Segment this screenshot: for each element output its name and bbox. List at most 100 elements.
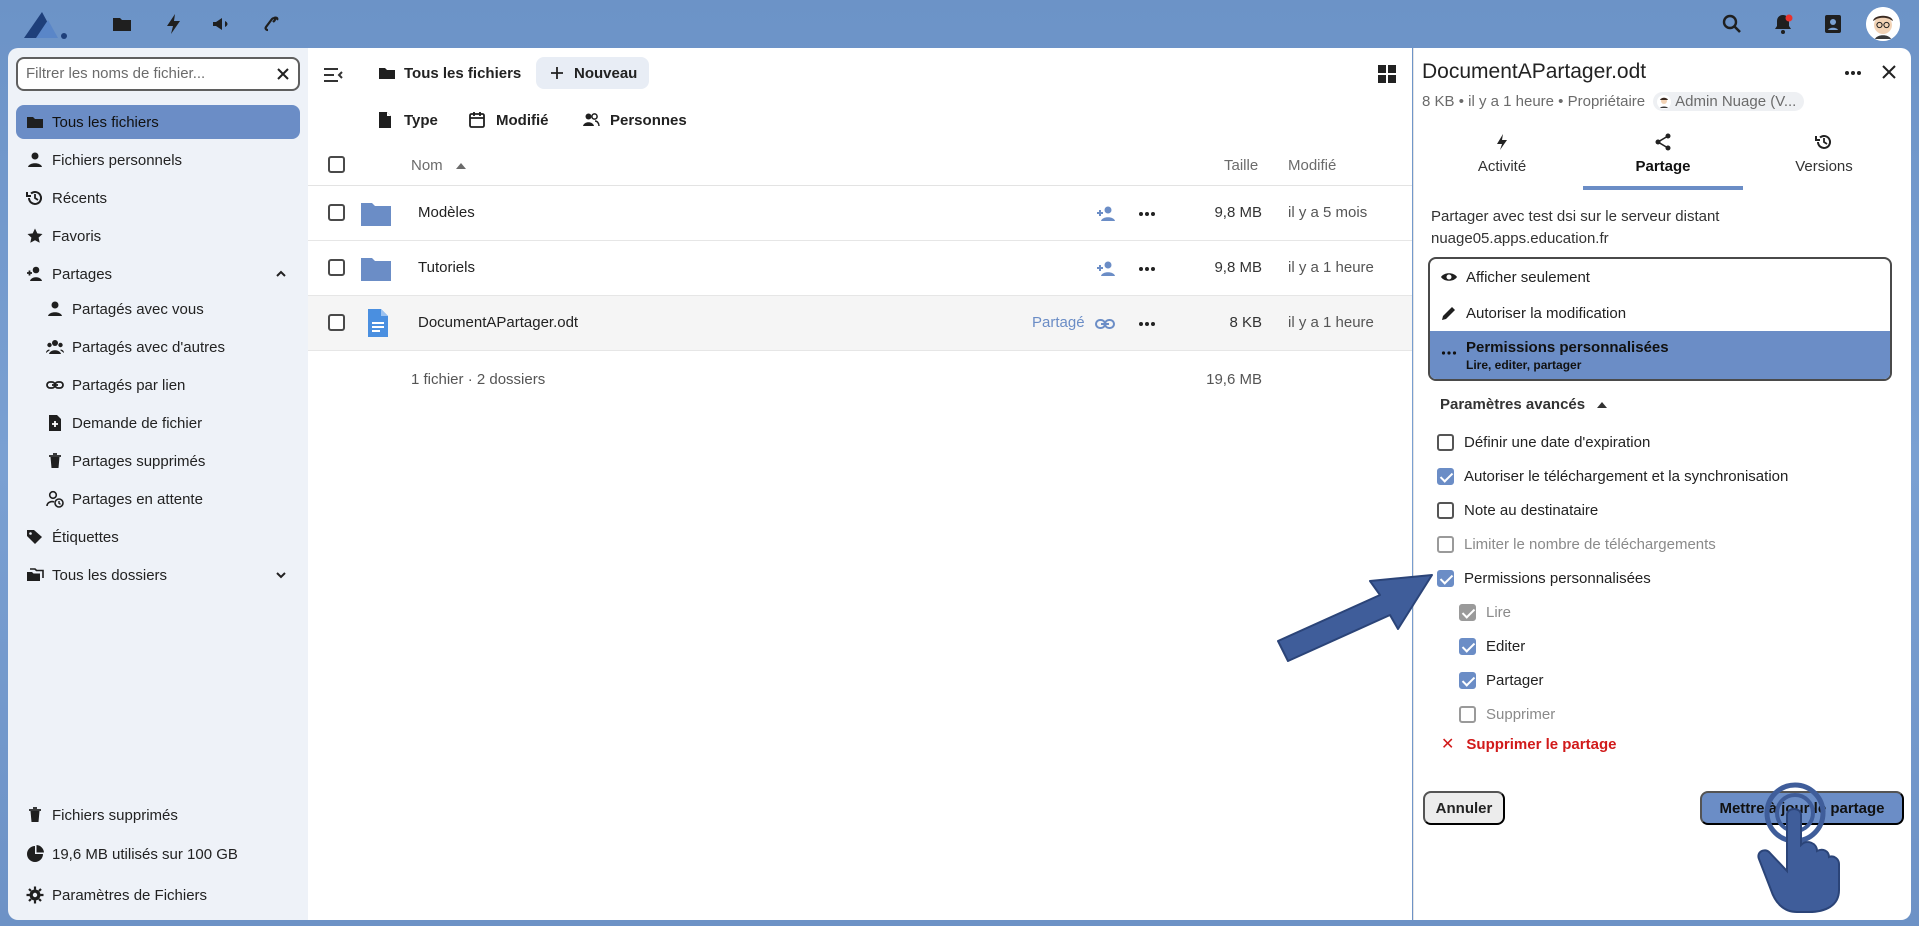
filter-type[interactable]: Type (376, 104, 438, 136)
permission-view-only[interactable]: Afficher seulement (1430, 259, 1890, 295)
tab-versions[interactable]: Versions (1744, 132, 1904, 190)
nav-personal-files[interactable]: Fichiers personnels (16, 143, 300, 177)
cancel-button[interactable]: Annuler (1423, 791, 1505, 825)
nav-favorites[interactable]: Favoris (16, 219, 300, 253)
avatar[interactable] (1866, 7, 1900, 41)
tab-sharing[interactable]: Partage (1583, 132, 1743, 190)
checkbox[interactable] (1437, 433, 1454, 451)
option-expiration-date[interactable]: Définir une date d'expiration (1437, 431, 1650, 453)
shared-status[interactable]: Partagé (1032, 314, 1085, 331)
nav-shares[interactable]: Partages (16, 257, 300, 291)
row-checkbox[interactable] (328, 259, 345, 276)
file-name[interactable]: Modèles (418, 204, 475, 221)
nav-shared-with-others[interactable]: Partagés avec d'autres (36, 330, 300, 364)
permission-custom[interactable]: Permissions personnalisées Lire, editer,… (1430, 331, 1890, 379)
chevron-down-icon[interactable] (274, 568, 288, 582)
checkbox[interactable] (1459, 671, 1476, 689)
checkbox[interactable] (1437, 501, 1454, 519)
nav-pending-shares[interactable]: Partages en attente (36, 482, 300, 516)
permission-share[interactable]: Partager (1459, 669, 1544, 691)
quota-label: 19,6 MB utilisés sur 100 GB (52, 845, 238, 863)
nav-all-folders[interactable]: Tous les dossiers (16, 558, 300, 592)
new-button[interactable]: Nouveau (536, 57, 650, 89)
nav-deleted-shares[interactable]: Partages supprimés (36, 444, 300, 478)
checkbox[interactable] (1437, 467, 1454, 485)
advanced-settings-toggle[interactable]: Paramètres avancés (1440, 396, 1608, 413)
file-name[interactable]: DocumentAPartager.odt (418, 314, 578, 331)
annotation-arrow-icon (1277, 574, 1433, 662)
filter-people[interactable]: Personnes (582, 104, 687, 136)
option-note-to-recipient[interactable]: Note au destinataire (1437, 499, 1598, 521)
option-custom-permissions[interactable]: Permissions personnalisées (1437, 567, 1651, 589)
table-row[interactable]: DocumentAPartager.odt Partagé 8 KB il y … (308, 296, 1412, 351)
delete-share-button[interactable]: ✕ Supprimer le partage (1441, 734, 1616, 754)
checkbox (1459, 705, 1476, 723)
row-checkbox[interactable] (328, 204, 345, 221)
close-icon[interactable] (274, 65, 292, 83)
nuage-logo-icon[interactable] (22, 10, 70, 40)
nav-label: Partages supprimés (72, 452, 206, 470)
more-actions-icon[interactable] (1136, 203, 1158, 225)
filter-files-input[interactable] (26, 65, 266, 82)
files-icon[interactable] (110, 12, 134, 36)
table-row[interactable]: Tutoriels 9,8 MB il y a 1 heure (308, 241, 1412, 296)
tab-activity[interactable]: Activité (1422, 132, 1582, 190)
share-user-icon[interactable] (1096, 258, 1118, 280)
nav-file-settings[interactable]: Paramètres de Fichiers (16, 878, 300, 912)
permission-allow-edit[interactable]: Autoriser la modification (1430, 295, 1890, 331)
filter-people-label: Personnes (610, 111, 687, 129)
history-icon (26, 190, 42, 205)
option-label: Limiter le nombre de téléchargements (1464, 535, 1716, 553)
search-icon[interactable] (1719, 11, 1745, 37)
link-icon[interactable] (1094, 313, 1116, 335)
column-name[interactable]: Nom (411, 157, 443, 174)
select-all-checkbox[interactable] (328, 156, 345, 173)
close-icon[interactable] (1879, 62, 1899, 82)
details-size: 8 KB (1422, 93, 1455, 110)
nav-all-files[interactable]: Tous les fichiers (16, 105, 300, 139)
announcements-icon[interactable] (210, 12, 234, 36)
nav-trash[interactable]: Fichiers supprimés (16, 798, 300, 832)
file-modified: il y a 5 mois (1288, 204, 1368, 221)
nav-label: Tous les fichiers (52, 113, 159, 131)
option-limit-downloads: Limiter le nombre de téléchargements (1437, 533, 1716, 555)
link-icon (46, 381, 64, 389)
more-actions-icon[interactable] (1136, 313, 1158, 335)
row-checkbox[interactable] (328, 314, 345, 331)
more-actions-icon[interactable] (1842, 62, 1864, 84)
column-modified[interactable]: Modifié (1288, 157, 1336, 174)
toggle-navigation-icon[interactable] (322, 64, 344, 86)
checkbox[interactable] (1459, 637, 1476, 655)
filter-files-field[interactable] (16, 57, 300, 91)
column-size[interactable]: Taille (1224, 157, 1258, 174)
nav-recent[interactable]: Récents (16, 181, 300, 215)
nav-shared-with-you[interactable]: Partagés avec vous (36, 292, 300, 326)
notifications-icon[interactable] (1770, 11, 1796, 37)
nav-file-request[interactable]: Demande de fichier (36, 406, 300, 440)
breadcrumb-all-files[interactable]: Tous les fichiers (366, 57, 533, 89)
permission-edit[interactable]: Editer (1459, 635, 1525, 657)
activity-icon[interactable] (162, 12, 186, 36)
option-allow-download[interactable]: Autoriser le téléchargement et la synchr… (1437, 465, 1788, 487)
details-title: DocumentAPartager.odt (1422, 60, 1647, 83)
folder-icon (361, 203, 391, 226)
owner-chip[interactable]: Admin Nuage (V... (1653, 92, 1805, 111)
share-user-icon[interactable] (1096, 203, 1118, 225)
link-icon[interactable] (260, 12, 284, 36)
history-icon (1815, 134, 1831, 149)
nav-shared-by-link[interactable]: Partagés par lien (36, 368, 300, 402)
contacts-icon[interactable] (1820, 11, 1846, 37)
more-actions-icon[interactable] (1136, 258, 1158, 280)
filter-modified[interactable]: Modifié (468, 104, 549, 136)
nav-tags[interactable]: Étiquettes (16, 520, 300, 554)
chevron-up-icon[interactable] (274, 267, 288, 281)
share-recipient-text: Partager avec test dsi sur le serveur di… (1431, 208, 1720, 247)
table-row[interactable]: Modèles 9,8 MB il y a 5 mois (308, 186, 1412, 241)
folders-icon (27, 568, 44, 581)
file-name[interactable]: Tutoriels (418, 259, 475, 276)
owner-avatar-icon (1657, 94, 1672, 109)
permission-selector[interactable]: Afficher seulement Autoriser la modifica… (1428, 257, 1892, 381)
grid-view-icon[interactable] (1376, 63, 1398, 85)
share-icon (1655, 133, 1671, 151)
option-label: Définir une date d'expiration (1464, 433, 1651, 451)
